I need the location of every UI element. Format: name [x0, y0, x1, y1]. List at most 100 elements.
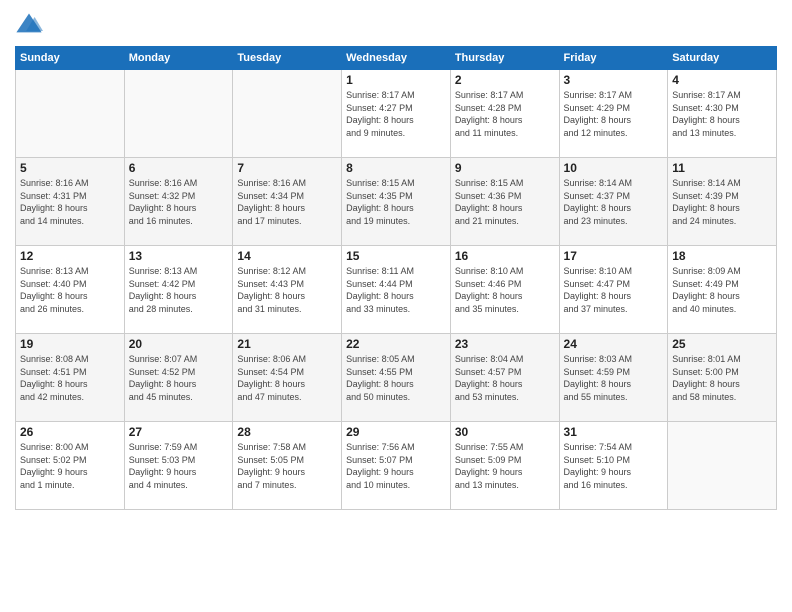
week-row-4: 26 Sunrise: 8:00 AM Sunset: 5:02 PM Dayli… [16, 422, 777, 510]
calendar-cell-1-3: 8Sunrise: 8:15 AM Sunset: 4:35 PM Daylig… [342, 158, 451, 246]
day-number: 14 [237, 249, 337, 263]
day-number: 30 [455, 425, 555, 439]
day-info: Sunrise: 8:13 AM Sunset: 4:40 PM Dayligh… [20, 265, 120, 315]
calendar-cell-2-4: 16 Sunrise: 8:10 AM Sunset: 4:46 PM Dayli… [450, 246, 559, 334]
day-info: Sunrise: 8:16 AM Sunset: 4:34 PM Dayligh… [237, 177, 337, 227]
day-info: Sunrise: 8:10 AM Sunset: 4:47 PM Dayligh… [564, 265, 664, 315]
day-info: Sunrise: 8:17 AM Sunset: 4:27 PM Dayligh… [346, 89, 446, 139]
weekday-header-row: SundayMondayTuesdayWednesdayThursdayFrid… [16, 47, 777, 70]
day-number: 12 [20, 249, 120, 263]
calendar-cell-3-0: 19 Sunrise: 8:08 AM Sunset: 4:51 PM Dayli… [16, 334, 125, 422]
day-number: 3 [564, 73, 664, 87]
day-info: Sunrise: 8:13 AM Sunset: 4:42 PM Dayligh… [129, 265, 229, 315]
day-number: 9 [455, 161, 555, 175]
weekday-header-thursday: Thursday [450, 47, 559, 70]
calendar-cell-0-2 [233, 70, 342, 158]
day-number: 2 [455, 73, 555, 87]
calendar-cell-0-6: 4 Sunrise: 8:17 AM Sunset: 4:30 PM Daylig… [668, 70, 777, 158]
day-info: Sunrise: 8:16 AM Sunset: 4:32 PM Dayligh… [129, 177, 229, 227]
day-number: 15 [346, 249, 446, 263]
calendar-cell-3-1: 20 Sunrise: 8:07 AM Sunset: 4:52 PM Dayli… [124, 334, 233, 422]
calendar-cell-1-4: 9Sunrise: 8:15 AM Sunset: 4:36 PM Daylig… [450, 158, 559, 246]
day-number: 4 [672, 73, 772, 87]
week-row-1: 5 Sunrise: 8:16 AM Sunset: 4:31 PM Daylig… [16, 158, 777, 246]
day-info: Sunrise: 8:00 AM Sunset: 5:02 PM Dayligh… [20, 441, 120, 491]
day-number: 23 [455, 337, 555, 351]
day-info: Sunrise: 8:10 AM Sunset: 4:46 PM Dayligh… [455, 265, 555, 315]
day-info: Sunrise: 8:16 AM Sunset: 4:31 PM Dayligh… [20, 177, 120, 227]
calendar-cell-0-3: 1 Sunrise: 8:17 AM Sunset: 4:27 PM Daylig… [342, 70, 451, 158]
page: SundayMondayTuesdayWednesdayThursdayFrid… [0, 0, 792, 612]
day-number: 19 [20, 337, 120, 351]
day-info: Sunrise: 8:12 AM Sunset: 4:43 PM Dayligh… [237, 265, 337, 315]
day-info: Sunrise: 8:17 AM Sunset: 4:28 PM Dayligh… [455, 89, 555, 139]
day-info: Sunrise: 8:17 AM Sunset: 4:30 PM Dayligh… [672, 89, 772, 139]
calendar-cell-3-2: 21 Sunrise: 8:06 AM Sunset: 4:54 PM Dayli… [233, 334, 342, 422]
day-number: 27 [129, 425, 229, 439]
day-info: Sunrise: 7:58 AM Sunset: 5:05 PM Dayligh… [237, 441, 337, 491]
day-info: Sunrise: 8:14 AM Sunset: 4:39 PM Dayligh… [672, 177, 772, 227]
calendar-cell-3-3: 22 Sunrise: 8:05 AM Sunset: 4:55 PM Dayli… [342, 334, 451, 422]
calendar-cell-0-0 [16, 70, 125, 158]
day-number: 31 [564, 425, 664, 439]
logo [15, 10, 47, 38]
calendar-cell-4-6 [668, 422, 777, 510]
calendar-cell-2-3: 15 Sunrise: 8:11 AM Sunset: 4:44 PM Dayli… [342, 246, 451, 334]
day-info: Sunrise: 8:14 AM Sunset: 4:37 PM Dayligh… [564, 177, 664, 227]
calendar-cell-0-1 [124, 70, 233, 158]
day-number: 6 [129, 161, 229, 175]
header [15, 10, 777, 38]
day-number: 17 [564, 249, 664, 263]
day-number: 29 [346, 425, 446, 439]
day-number: 22 [346, 337, 446, 351]
day-number: 11 [672, 161, 772, 175]
weekday-header-tuesday: Tuesday [233, 47, 342, 70]
day-info: Sunrise: 8:17 AM Sunset: 4:29 PM Dayligh… [564, 89, 664, 139]
logo-icon [15, 10, 43, 38]
day-info: Sunrise: 8:11 AM Sunset: 4:44 PM Dayligh… [346, 265, 446, 315]
day-number: 20 [129, 337, 229, 351]
day-number: 24 [564, 337, 664, 351]
day-number: 18 [672, 249, 772, 263]
calendar-cell-3-4: 23 Sunrise: 8:04 AM Sunset: 4:57 PM Dayli… [450, 334, 559, 422]
week-row-2: 12 Sunrise: 8:13 AM Sunset: 4:40 PM Dayli… [16, 246, 777, 334]
week-row-0: 1 Sunrise: 8:17 AM Sunset: 4:27 PM Daylig… [16, 70, 777, 158]
day-number: 16 [455, 249, 555, 263]
calendar-cell-1-0: 5 Sunrise: 8:16 AM Sunset: 4:31 PM Daylig… [16, 158, 125, 246]
calendar-cell-4-0: 26 Sunrise: 8:00 AM Sunset: 5:02 PM Dayli… [16, 422, 125, 510]
calendar-cell-3-6: 25 Sunrise: 8:01 AM Sunset: 5:00 PM Dayli… [668, 334, 777, 422]
calendar-cell-4-1: 27 Sunrise: 7:59 AM Sunset: 5:03 PM Dayli… [124, 422, 233, 510]
day-number: 10 [564, 161, 664, 175]
calendar-cell-4-5: 31 Sunrise: 7:54 AM Sunset: 5:10 PM Dayli… [559, 422, 668, 510]
day-info: Sunrise: 7:54 AM Sunset: 5:10 PM Dayligh… [564, 441, 664, 491]
day-info: Sunrise: 7:59 AM Sunset: 5:03 PM Dayligh… [129, 441, 229, 491]
calendar-cell-2-6: 18 Sunrise: 8:09 AM Sunset: 4:49 PM Dayli… [668, 246, 777, 334]
calendar-table: SundayMondayTuesdayWednesdayThursdayFrid… [15, 46, 777, 510]
day-number: 25 [672, 337, 772, 351]
calendar-cell-0-4: 2 Sunrise: 8:17 AM Sunset: 4:28 PM Daylig… [450, 70, 559, 158]
day-info: Sunrise: 8:06 AM Sunset: 4:54 PM Dayligh… [237, 353, 337, 403]
calendar-cell-1-5: 10 Sunrise: 8:14 AM Sunset: 4:37 PM Dayli… [559, 158, 668, 246]
day-info: Sunrise: 8:05 AM Sunset: 4:55 PM Dayligh… [346, 353, 446, 403]
calendar-cell-1-6: 11 Sunrise: 8:14 AM Sunset: 4:39 PM Dayli… [668, 158, 777, 246]
day-info: Sunrise: 8:07 AM Sunset: 4:52 PM Dayligh… [129, 353, 229, 403]
day-info: Sunrise: 8:08 AM Sunset: 4:51 PM Dayligh… [20, 353, 120, 403]
calendar-cell-4-2: 28 Sunrise: 7:58 AM Sunset: 5:05 PM Dayli… [233, 422, 342, 510]
day-number: 13 [129, 249, 229, 263]
calendar-cell-0-5: 3 Sunrise: 8:17 AM Sunset: 4:29 PM Daylig… [559, 70, 668, 158]
day-info: Sunrise: 7:55 AM Sunset: 5:09 PM Dayligh… [455, 441, 555, 491]
day-info: Sunrise: 8:03 AM Sunset: 4:59 PM Dayligh… [564, 353, 664, 403]
day-info: Sunrise: 8:04 AM Sunset: 4:57 PM Dayligh… [455, 353, 555, 403]
day-info: Sunrise: 7:56 AM Sunset: 5:07 PM Dayligh… [346, 441, 446, 491]
calendar-cell-1-2: 7 Sunrise: 8:16 AM Sunset: 4:34 PM Daylig… [233, 158, 342, 246]
day-number: 1 [346, 73, 446, 87]
day-number: 5 [20, 161, 120, 175]
weekday-header-sunday: Sunday [16, 47, 125, 70]
day-number: 21 [237, 337, 337, 351]
calendar-cell-2-2: 14 Sunrise: 8:12 AM Sunset: 4:43 PM Dayli… [233, 246, 342, 334]
day-number: 28 [237, 425, 337, 439]
day-number: 7 [237, 161, 337, 175]
day-number: 26 [20, 425, 120, 439]
day-info: Sunrise: 8:09 AM Sunset: 4:49 PM Dayligh… [672, 265, 772, 315]
day-info: Sunrise: 8:01 AM Sunset: 5:00 PM Dayligh… [672, 353, 772, 403]
